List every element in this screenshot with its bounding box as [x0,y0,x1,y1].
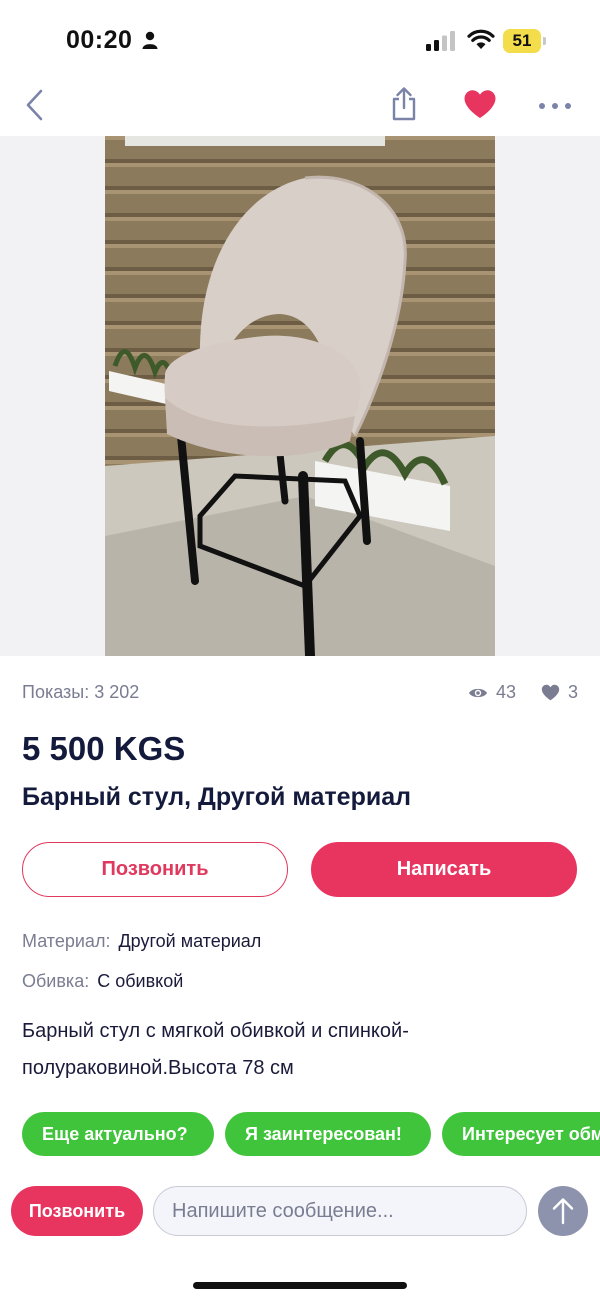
listing-photo [105,136,495,656]
write-button[interactable]: Написать [311,842,577,897]
quick-reply-chip[interactable]: Я заинтересован! [225,1112,431,1156]
message-composer: Позвонить [0,1180,600,1242]
heart-icon [464,90,496,118]
share-button[interactable] [388,86,420,127]
eye-icon [468,688,487,697]
views-count: 43 [495,682,516,702]
listing-stats: Показы: 3 202 43 3 [22,680,578,706]
battery-tip [543,37,546,45]
attribute-upholstery: Обивка: С обивкой [22,971,183,992]
signal-icon [426,31,455,51]
impressions-count: Показы: 3 202 [22,682,140,702]
wifi-icon [467,29,495,49]
listing-price: 5 500 KGS [22,730,186,767]
send-button[interactable] [538,1186,588,1236]
status-time: 00:20 [66,26,133,54]
back-icon [26,89,43,121]
battery-level: 51 [512,31,532,50]
message-input[interactable] [153,1186,527,1236]
quick-reply-chip[interactable]: Интересует обмен [442,1112,600,1156]
battery-indicator: 51 [503,29,547,53]
photo-gallery[interactable] [0,136,600,656]
status-bar: 00:20 51 [0,0,600,80]
likes-stat: 3 [541,682,578,703]
more-icon [539,103,571,109]
attribute-value: С обивкой [97,971,184,991]
home-indicator [193,1282,407,1289]
send-arrow-icon [552,1198,574,1225]
more-options-button[interactable] [538,98,572,116]
quick-reply-chip[interactable]: Еще актуально? [22,1112,214,1156]
attribute-material: Материал: Другой материал [22,931,261,952]
attribute-value: Другой материал [118,931,262,951]
views-stat: 43 [468,682,516,703]
person-icon [142,31,158,49]
call-button[interactable]: Позвонить [22,842,288,897]
attribute-label: Обивка: [22,971,90,991]
listing-description: Барный стул с мягкой обивкой и спинкой-п… [22,1020,409,1079]
attribute-label: Материал: [22,931,111,951]
share-icon [392,87,416,121]
quick-replies: Еще актуально? Я заинтересован! Интересу… [22,1112,600,1158]
composer-call-button[interactable]: Позвонить [11,1186,143,1236]
likes-count: 3 [567,682,578,702]
back-button[interactable] [24,88,46,127]
heart-outline-icon [541,684,560,701]
favorite-button[interactable] [463,89,497,124]
listing-title: Барный стул, Другой материал [22,783,411,811]
nav-bar [0,80,600,136]
